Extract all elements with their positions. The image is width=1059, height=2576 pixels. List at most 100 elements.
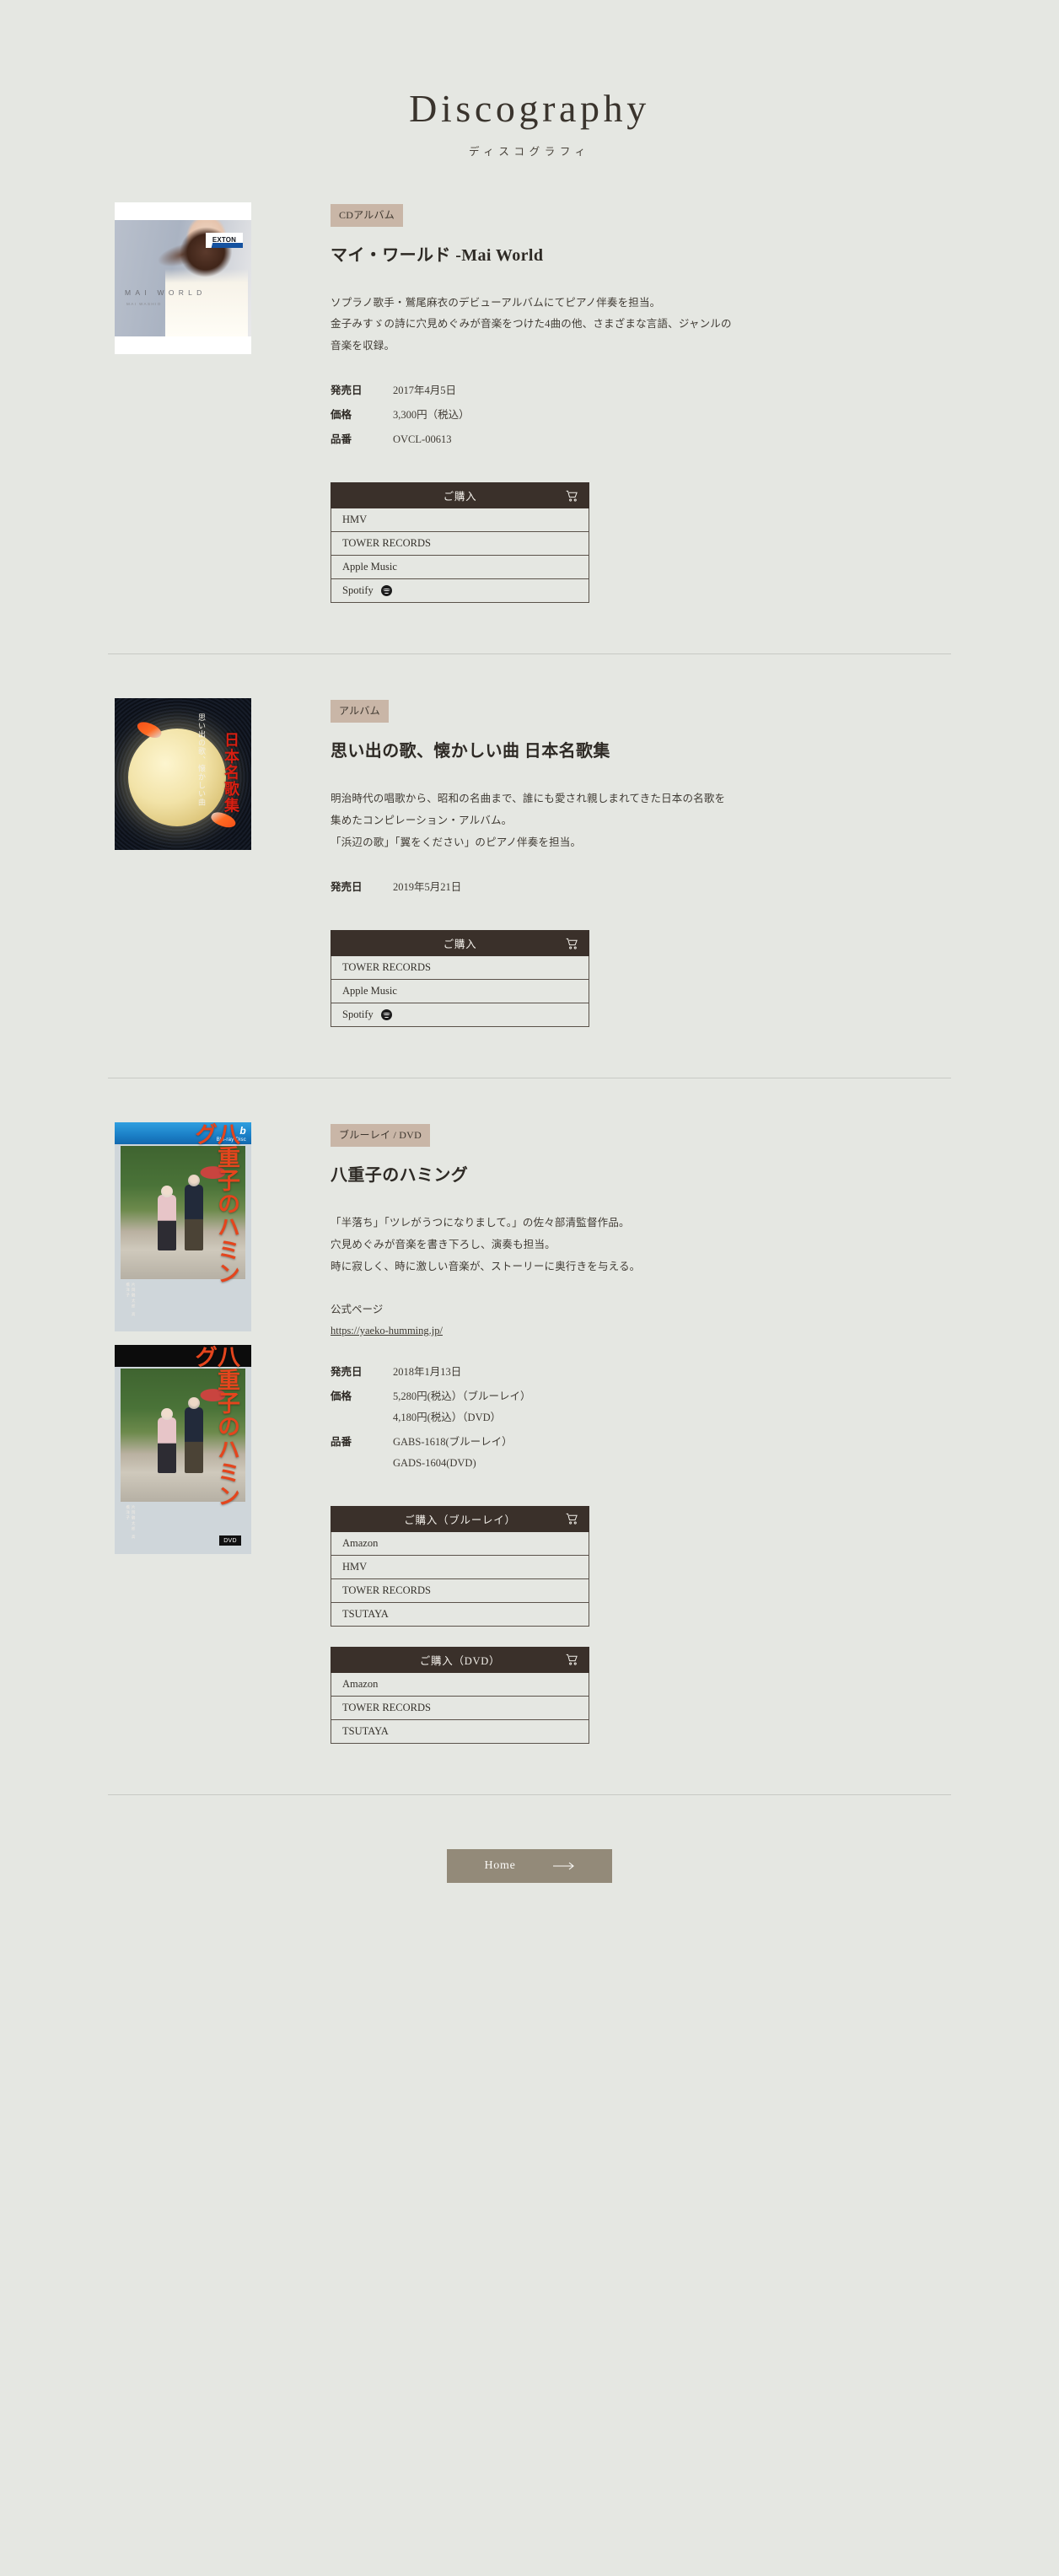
spec-value: 2017年4月5日 [393,385,457,397]
spotify-icon [380,585,392,597]
release-title: 八重子のハミング [331,1166,469,1186]
spec-label: 発売日 [331,385,363,397]
purchase-box: ご購入 TOWER RECORDS Apple Music Spotify [331,930,589,1028]
release-description: 「半落ち」「ツレがうつになりまして。」の佐々部清監督作品。 穴見めぐみが音楽を書… [331,1213,958,1277]
official-page-label: 公式ページ [331,1304,384,1316]
spec-value: GABS-1618(ブルーレイ） [393,1435,513,1448]
page-header: Discography ディスコグラフィ [0,0,1059,159]
cover-title-text: MAI WORLD [125,288,207,297]
purchase-link-label: Amazon [342,1677,379,1690]
purchase-link-label: TOWER RECORDS [342,961,431,974]
album-cover-nihon-meikashu: 思い出の歌、懐かしい曲 日本名歌集 [115,698,251,851]
cover-column: 思い出の歌、懐かしい曲 日本名歌集 [115,698,251,851]
description-line: 穴見めぐみが音楽を書き下ろし、演奏も担当。 [331,1238,556,1250]
purchase-box-header: ご購入 [331,482,589,509]
purchase-link-tower-records[interactable]: TOWER RECORDS [331,532,589,557]
purchase-box-header: ご購入（ブルーレイ） [331,1505,589,1532]
release-section: 思い出の歌、懐かしい曲 日本名歌集 アルバム 思い出の歌、懐かしい曲 日本名歌集… [0,698,1059,1028]
spec-row: 品番 GABS-1618(ブルーレイ） GADS-1604(DVD) [331,1432,958,1474]
purchase-link-amazon[interactable]: Amazon [331,1672,589,1697]
purchase-link-spotify[interactable]: Spotify [331,579,589,604]
spec-value: 3,300円（税込） [393,409,470,422]
cover-subtitle-text: 思い出の歌、懐かしい曲 [197,713,206,808]
purchase-box-header: ご購入（DVD） [331,1646,589,1673]
spec-value: 2019年5月21日 [393,881,462,894]
purchase-link-apple-music[interactable]: Apple Music [331,980,589,1004]
release-type-badge: ブルーレイ / DVD [331,1124,430,1148]
purchase-link-label: TOWER RECORDS [342,1584,431,1596]
purchase-link-label: HMV [342,1560,368,1573]
purchase-link-hmv[interactable]: HMV [331,1555,589,1579]
spec-label: 発売日 [331,881,363,894]
purchase-link-label: Apple Music [342,985,397,998]
cover-column: b Blu-ray Disc 八重子のハミング 片 岡 鶴 太 郎 高 橋 洋 子… [115,1122,251,1555]
cover-title-text: 日本名歌集 [223,732,239,815]
cover-credits: 片 岡 鶴 太 郎 高 橋 洋 子 [126,1283,137,1317]
spec-value: GADS-1604(DVD) [393,1456,476,1469]
official-page-block: 公式ページ https://yaeko-humming.jp/ [331,1299,958,1338]
purchase-box-dvd: ご購入（DVD） Amazon TOWER RECORDS TSUTAYA [331,1646,589,1744]
official-page-link[interactable]: https://yaeko-humming.jp/ [331,1325,443,1337]
purchase-box: ご購入 HMV TOWER RECORDS Apple Music Spotif… [331,482,589,604]
release-section: EXTON MAI WORLD MAI WASHIO CDアルバム マイ・ワール… [0,202,1059,604]
purchase-link-label: Spotify [342,584,374,597]
purchase-link-tower-records[interactable]: TOWER RECORDS [331,1578,589,1603]
release-title: 思い出の歌、懐かしい曲 日本名歌集 [331,742,610,761]
description-line: 「半落ち」「ツレがうつになりまして。」の佐々部清監督作品。 [331,1217,630,1229]
purchase-link-tsutaya[interactable]: TSUTAYA [331,1602,589,1627]
spec-label: 価格 [331,409,352,422]
purchase-link-label: Spotify [342,1008,374,1021]
purchase-link-spotify[interactable]: Spotify [331,1003,589,1028]
purchase-link-tower-records[interactable]: TOWER RECORDS [331,956,589,981]
cover-column: EXTON MAI WORLD MAI WASHIO [115,202,251,354]
purchase-link-label: HMV [342,514,368,526]
spec-value: OVCL-00613 [393,433,452,446]
description-line: ソプラノ歌手・鷲尾麻衣のデビューアルバムにてピアノ伴奏を担当。 [331,296,661,309]
spec-row: 発売日 2019年5月21日 [331,877,958,898]
purchase-link-label: TOWER RECORDS [342,1701,431,1713]
purchase-link-apple-music[interactable]: Apple Music [331,556,589,580]
spec-value: 2018年1月13日 [393,1365,462,1378]
spec-value-group: GABS-1618(ブルーレイ） GADS-1604(DVD) [393,1432,513,1474]
spec-value-group: 5,280円(税込）（ブルーレイ） 4,180円(税込）（DVD） [393,1386,531,1428]
page-title: Discography [409,87,650,130]
purchase-box-title: ご購入 [443,938,477,951]
release-specs: 発売日 2018年1月13日 価格 5,280円(税込）（ブルーレイ） 4,18… [331,1362,958,1474]
purchase-box-bluray: ご購入（ブルーレイ） Amazon HMV TOWER RECORDS TSUT… [331,1505,589,1627]
purchase-link-tower-records[interactable]: TOWER RECORDS [331,1696,589,1720]
cover-person [158,1186,176,1251]
release-title: マイ・ワールド -Mai World [331,245,544,265]
purchase-link-label: TSUTAYA [342,1724,389,1737]
release-info: CDアルバム マイ・ワールド -Mai World ソプラノ歌手・鷲尾麻衣のデビ… [331,202,958,604]
exton-logo: EXTON [206,232,243,248]
spec-label: 品番 [331,433,352,446]
release-description: 明治時代の唱歌から、昭和の名曲まで、誰にも愛され親しまれてきた日本の名歌を 集め… [331,788,958,853]
dvd-logo: DVD [219,1535,241,1546]
release-specs: 発売日 2017年4月5日 価格 3,300円（税込） 品番 OVCL-0061… [331,380,958,450]
discography-page: Discography ディスコグラフィ EXTON MAI WORLD MAI… [0,0,1059,1949]
purchase-box-title: ご購入 [443,491,477,503]
cart-icon [566,1654,578,1665]
spec-value: 5,280円(税込）（ブルーレイ） [393,1390,531,1402]
description-line: 明治時代の唱歌から、昭和の名曲まで、誰にも愛され親しまれてきた日本の名歌を [331,793,726,805]
purchase-link-label: Apple Music [342,561,397,573]
spec-row: 発売日 2017年4月5日 [331,380,958,401]
spec-row: 価格 5,280円(税込）（ブルーレイ） 4,180円(税込）（DVD） [331,1386,958,1428]
description-line: 金子みすゞの詩に穴見めぐみが音楽をつけた4曲の他、さまざまな言語、ジャンルの [331,318,732,331]
purchase-link-amazon[interactable]: Amazon [331,1531,589,1556]
spec-row: 価格 3,300円（税込） [331,405,958,426]
description-line: 時に寂しく、時に激しい音楽が、ストーリーに奥行きを与える。 [331,1260,641,1272]
purchase-link-hmv[interactable]: HMV [331,508,589,533]
release-description: ソプラノ歌手・鷲尾麻衣のデビューアルバムにてピアノ伴奏を担当。 金子みすゞの詩に… [331,293,958,358]
release-specs: 発売日 2019年5月21日 [331,877,958,898]
purchase-link-label: TSUTAYA [342,1607,389,1620]
description-line: 集めたコンピレーション・アルバム。 [331,815,513,827]
bluray-cover-yaeko-humming: b Blu-ray Disc 八重子のハミング 片 岡 鶴 太 郎 高 橋 洋 子 [115,1122,251,1332]
cover-credits: 片 岡 鶴 太 郎 高 橋 洋 子 [126,1505,137,1540]
home-button[interactable]: Home [447,1848,612,1883]
purchase-link-label: Amazon [342,1536,379,1549]
purchase-link-tsutaya[interactable]: TSUTAYA [331,1719,589,1744]
section-divider [108,653,951,655]
album-cover-mai-world: EXTON MAI WORLD MAI WASHIO [115,202,251,354]
cover-title-text: 八重子のハミング [191,1122,239,1286]
